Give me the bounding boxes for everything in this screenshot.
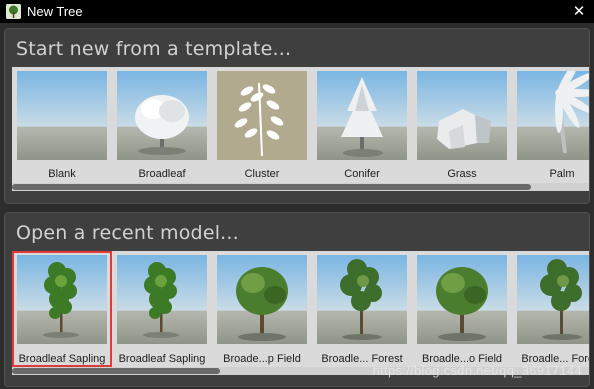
recent-card[interactable]: Broadle... Forest [312, 251, 412, 367]
template-card[interactable]: Grass [412, 67, 512, 183]
template-label: Cluster [244, 168, 280, 180]
recent-label: Broade...p Field [223, 353, 301, 365]
recent-heading: Open a recent model... [16, 222, 239, 244]
template-label: Grass [447, 168, 477, 180]
recent-label: Broadleaf Sapling [118, 353, 206, 365]
conifer-tree-thumbnail [317, 71, 407, 160]
watermark-text: https://blog.csdn.net/qq_36917144 [372, 363, 582, 378]
template-heading: Start new from a template... [16, 38, 292, 60]
template-label: Broadleaf [138, 168, 186, 180]
recent-card[interactable]: Broadleaf Sapling [12, 251, 112, 367]
sapling-thumbnail [17, 255, 107, 344]
template-card[interactable]: Conifer [312, 67, 412, 183]
recent-label: Broadleaf Sapling [18, 353, 106, 365]
template-label: Conifer [344, 168, 380, 180]
template-scroll-thumb[interactable] [12, 184, 532, 190]
broadleaf-field-thumbnail [417, 255, 507, 344]
template-card[interactable]: Broadleaf [112, 67, 212, 183]
grass-thumbnail [417, 71, 507, 160]
recent-panel: Open a recent model... Broadleaf Sapling… [4, 212, 590, 387]
broadleaf-forest-thumbnail [517, 255, 589, 344]
sapling-thumbnail [117, 255, 207, 344]
template-scrollbar[interactable] [12, 183, 589, 191]
palm-tree-thumbnail [517, 71, 589, 160]
template-label: Blank [48, 168, 76, 180]
tree-app-icon [6, 4, 21, 19]
blank-sky-thumbnail [17, 71, 107, 160]
cluster-leaf-thumbnail [217, 71, 307, 160]
recent-card[interactable]: Broade...p Field [212, 251, 312, 367]
recent-scroll-thumb[interactable] [12, 368, 220, 374]
title-bar: New Tree ✕ [0, 0, 594, 23]
template-panel: Start new from a template... Blank Broadl… [4, 28, 590, 204]
recent-card[interactable]: Broadle...o Field [412, 251, 512, 367]
template-strip: Blank Broadleaf Cluster Conifer Grass Palm [12, 67, 589, 219]
broadleaf-field-thumbnail [217, 255, 307, 344]
broadleaf-forest-thumbnail [317, 255, 407, 344]
template-card[interactable]: Cluster [212, 67, 312, 183]
template-card[interactable]: Blank [12, 67, 112, 183]
window-title: New Tree [27, 4, 83, 19]
template-label: Palm [549, 168, 575, 180]
recent-card[interactable]: Broadle... Forest [512, 251, 589, 367]
close-icon[interactable]: ✕ [570, 1, 588, 21]
recent-card[interactable]: Broadleaf Sapling [112, 251, 212, 367]
template-card[interactable]: Palm [512, 67, 589, 183]
broadleaf-tree-thumbnail [117, 71, 207, 160]
